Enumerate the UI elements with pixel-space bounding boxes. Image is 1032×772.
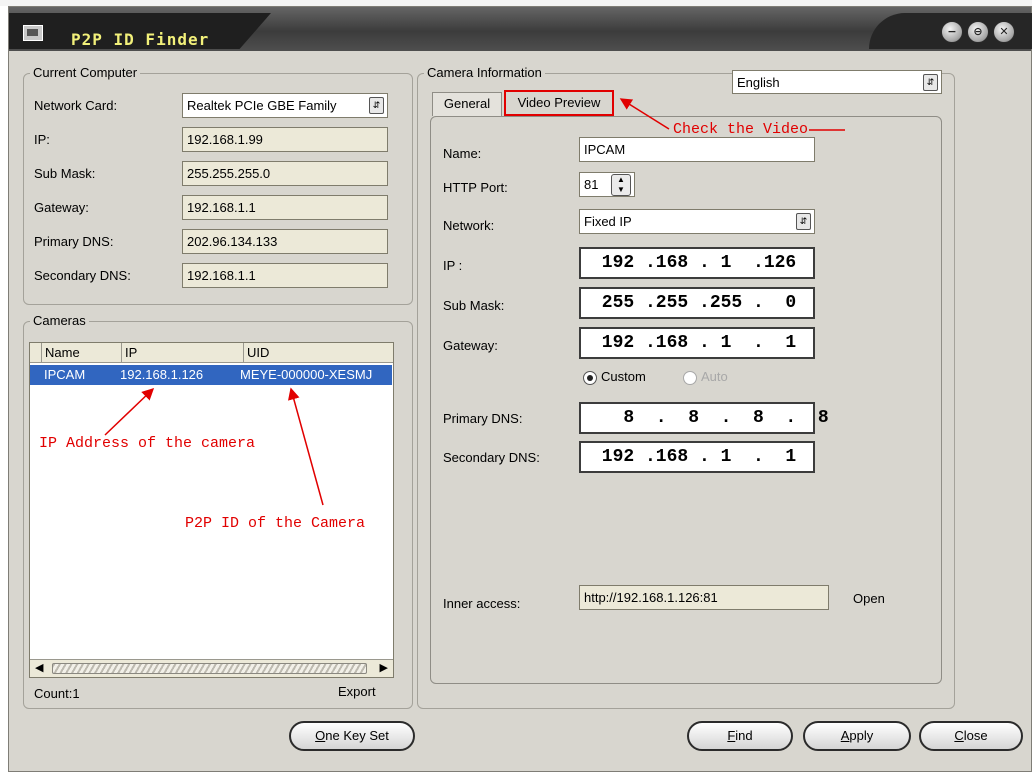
tab-panel: Name: IPCAM HTTP Port: 81 ▲ ▼ Network: Fi… [430, 116, 942, 684]
find-label: ind [735, 728, 753, 743]
close-mnemonic: C [954, 728, 964, 743]
camera-info-group: Camera Information English ⇵ General Vid… [417, 65, 955, 709]
port-spinner-icon[interactable]: ▲ ▼ [611, 174, 631, 196]
auto-radio[interactable] [683, 371, 697, 385]
cam-primary-dns-label: Primary DNS: [443, 411, 523, 426]
pc-secondary-dns-label: Secondary DNS: [34, 268, 131, 283]
network-label: Network: [443, 218, 495, 233]
scroll-right-icon[interactable]: ▶ [380, 661, 388, 674]
auto-label: Auto [701, 369, 728, 384]
apply-button[interactable]: Apply [803, 721, 911, 751]
one-key-set-mnemonic: O [315, 728, 326, 743]
cam-secondary-dns-input[interactable]: 192 .168 . 1 . 1 [579, 441, 815, 473]
cam-name-label: Name: [443, 146, 482, 161]
column-uid[interactable]: UID [244, 343, 393, 363]
cam-secondary-dns-label: Secondary DNS: [443, 450, 540, 465]
title-bar[interactable]: P2P ID Finder − ⊖ ✕ [9, 7, 1032, 51]
close-icon[interactable]: ✕ [993, 21, 1015, 43]
dropdown-arrow-icon[interactable]: ⇵ [923, 74, 938, 91]
cam-submask-label: Sub Mask: [443, 298, 505, 313]
network-value: Fixed IP [584, 214, 632, 229]
cameras-legend: Cameras [30, 313, 89, 328]
list-header: Name IP UID [30, 343, 393, 363]
http-port-value: 81 [584, 177, 599, 192]
cam-primary-dns-input[interactable]: 8 . 8 . 8 . 8 [579, 402, 829, 434]
current-computer-group: Current Computer Network Card: Realtek P… [23, 65, 413, 305]
app-icon [23, 25, 43, 41]
open-link[interactable]: Open [853, 591, 885, 606]
annotation-p2p-id: P2P ID of the Camera [185, 515, 366, 532]
inner-access-field[interactable]: http://192.168.1.126:81 [579, 585, 829, 610]
cam-ip-input[interactable]: 192 .168 . 1 .126 [579, 247, 815, 279]
horizontal-scrollbar[interactable]: ◀ ▶ [30, 659, 393, 677]
find-button[interactable]: Find [687, 721, 793, 751]
cam-ip-label: IP : [443, 258, 463, 273]
pc-ip-label: IP: [34, 132, 50, 147]
annotation-ip-address: IP Address of the camera [39, 435, 256, 452]
annotation-check-video: Check the Video [673, 121, 809, 138]
close-label: lose [963, 728, 988, 743]
scroll-thumb[interactable] [52, 663, 367, 674]
one-key-set-button[interactable]: One Key Set [289, 721, 415, 751]
restore-icon[interactable]: ⊖ [967, 21, 989, 43]
pc-gateway-label: Gateway: [34, 200, 89, 215]
apply-label: pply [849, 728, 874, 743]
pc-submask-label: Sub Mask: [34, 166, 96, 181]
pc-ip-field[interactable]: 192.168.1.99 [182, 127, 388, 152]
cam-gateway-label: Gateway: [443, 338, 498, 353]
network-card-select[interactable]: Realtek PCIe GBE Family ⇵ [182, 93, 388, 118]
export-link[interactable]: Export [338, 684, 376, 699]
count-label: Count:1 [34, 686, 80, 701]
language-select[interactable]: English ⇵ [732, 70, 942, 94]
cam-submask-input[interactable]: 255 .255 .255 . 0 [579, 287, 815, 319]
cam-name-input[interactable]: IPCAM [579, 137, 815, 162]
window-title: P2P ID Finder [71, 30, 210, 49]
pc-primary-dns-field[interactable]: 202.96.134.133 [182, 229, 388, 254]
row-ip: 192.168.1.126 [120, 367, 204, 382]
minimize-icon[interactable]: − [941, 21, 963, 43]
camera-info-legend: Camera Information [424, 65, 545, 80]
column-head-stub [30, 343, 42, 363]
cam-gateway-input[interactable]: 192 .168 . 1 . 1 [579, 327, 815, 359]
row-uid: MEYE-000000-XESMJ [240, 367, 373, 382]
dropdown-arrow-icon[interactable]: ⇵ [369, 97, 384, 114]
http-port-label: HTTP Port: [443, 180, 508, 195]
pc-gateway-field[interactable]: 192.168.1.1 [182, 195, 388, 220]
network-card-value: Realtek PCIe GBE Family [187, 98, 337, 113]
tab-video-preview[interactable]: Video Preview [504, 90, 614, 116]
row-name: IPCAM [44, 367, 86, 382]
custom-label: Custom [601, 369, 646, 384]
count-text: Count: [34, 686, 73, 701]
pc-submask-field[interactable]: 255.255.255.0 [182, 161, 388, 186]
count-value: 1 [72, 686, 80, 701]
dropdown-arrow-icon[interactable]: ⇵ [796, 213, 811, 230]
column-name[interactable]: Name [42, 343, 122, 363]
pc-primary-dns-label: Primary DNS: [34, 234, 114, 249]
tab-general[interactable]: General [432, 92, 502, 116]
network-card-label: Network Card: [34, 98, 118, 113]
title-tab: P2P ID Finder [9, 13, 271, 49]
language-value: English [737, 75, 780, 90]
inner-access-label: Inner access: [443, 596, 521, 611]
scroll-left-icon[interactable]: ◀ [35, 661, 43, 674]
pc-secondary-dns-field[interactable]: 192.168.1.1 [182, 263, 388, 288]
close-button[interactable]: Close [919, 721, 1023, 751]
app-window: P2P ID Finder − ⊖ ✕ Current Computer Net… [8, 6, 1032, 772]
custom-radio[interactable] [583, 371, 597, 385]
table-row[interactable]: IPCAM 192.168.1.126 MEYE-000000-XESMJ [30, 365, 392, 385]
one-key-set-label: ne Key Set [325, 728, 389, 743]
camera-list[interactable]: Name IP UID IPCAM 192.168.1.126 MEYE-000… [29, 342, 394, 678]
current-computer-legend: Current Computer [30, 65, 141, 80]
column-ip[interactable]: IP [122, 343, 244, 363]
network-select[interactable]: Fixed IP ⇵ [579, 209, 815, 234]
